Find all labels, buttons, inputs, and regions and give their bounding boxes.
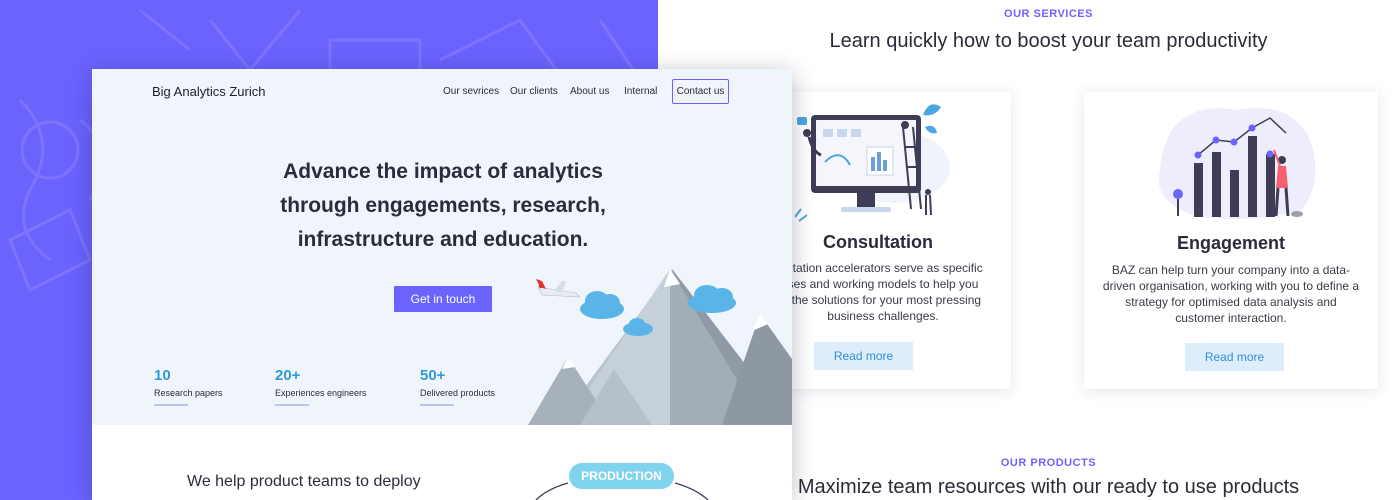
card-text-line: customer interaction. <box>1175 311 1287 325</box>
card-text-line: ses and working models to help you <box>787 277 979 291</box>
card-text-line: BAZ can help turn your company into a da… <box>1111 263 1351 277</box>
services-section-title: Learn quickly how to boost your team pro… <box>829 30 1268 52</box>
read-more-button[interactable]: Read more <box>814 342 913 370</box>
get-in-touch-button[interactable]: Get in touch <box>394 286 492 312</box>
card-text-line: strategy for optimised data analysis and <box>1125 295 1337 309</box>
services-section-label: OUR SERVICES <box>1004 8 1093 20</box>
headline-line: through engagements, research, <box>280 194 606 217</box>
card-text-line: t the solutions for your most pressing <box>784 293 982 307</box>
headline-line: infrastructure and education. <box>297 228 589 251</box>
nav-link-services[interactable]: Our sevrices <box>443 86 499 97</box>
section-intro-text: We help product teams to deploy <box>187 473 421 490</box>
hero-headline: Advance the impact of analytics through … <box>242 155 644 257</box>
website-mockup: Big Analytics Zurich Our sevrices Our cl… <box>92 69 792 500</box>
stat-underline <box>154 404 188 406</box>
products-section-label: OUR PRODUCTS <box>1000 457 1097 469</box>
nav-link-internal[interactable]: Internal <box>624 86 657 97</box>
nav-link-clients[interactable]: Our clients <box>510 86 558 97</box>
stat-value: 50+ <box>420 367 446 384</box>
nav-link-about[interactable]: About us <box>570 86 609 97</box>
bar-chart-illustration <box>1158 108 1316 219</box>
airplane-icon <box>536 279 581 298</box>
cloud-icon <box>688 285 736 313</box>
products-section-title: Maximize team resources with our ready t… <box>797 476 1300 498</box>
engagement-card: Engagement BAZ can help turn your compan… <box>1084 92 1378 389</box>
stat-products: 50+ Delivered products <box>420 367 495 406</box>
stat-value: 10 <box>154 367 171 384</box>
stat-label: Experiences engineers <box>275 388 367 398</box>
read-more-button[interactable]: Read more <box>1185 343 1284 371</box>
monitor-illustration <box>795 104 950 222</box>
card-text-line: ultation accelerators serve as specific <box>783 261 983 275</box>
stat-underline <box>275 404 309 406</box>
stat-underline <box>420 404 454 406</box>
screenshot-canvas: OUR SERVICES Learn quickly how to boost … <box>0 0 1400 500</box>
hero-section: Big Analytics Zurich Our sevrices Our cl… <box>92 69 792 425</box>
headline-line: Advance the impact of analytics <box>283 160 603 183</box>
stat-research-papers: 10 Research papers <box>154 367 223 406</box>
contact-us-button[interactable]: Contact us <box>672 79 729 104</box>
card-text: ultation accelerators serve as specific … <box>755 260 1011 324</box>
stat-label: Delivered products <box>420 388 496 398</box>
stat-label: Research papers <box>154 388 223 398</box>
stat-engineers: 20+ Experiences engineers <box>275 367 367 406</box>
card-text: BAZ can help turn your company into a da… <box>1102 262 1360 326</box>
brand-name[interactable]: Big Analytics Zurich <box>152 84 265 99</box>
card-text-line: driven organisation, working with you to… <box>1102 279 1360 293</box>
production-badge: PRODUCTION <box>569 463 674 489</box>
cloud-icon <box>580 291 624 319</box>
card-text-line: business challenges. <box>827 309 939 323</box>
card-title: Engagement <box>1176 233 1286 253</box>
stat-value: 20+ <box>275 367 301 384</box>
